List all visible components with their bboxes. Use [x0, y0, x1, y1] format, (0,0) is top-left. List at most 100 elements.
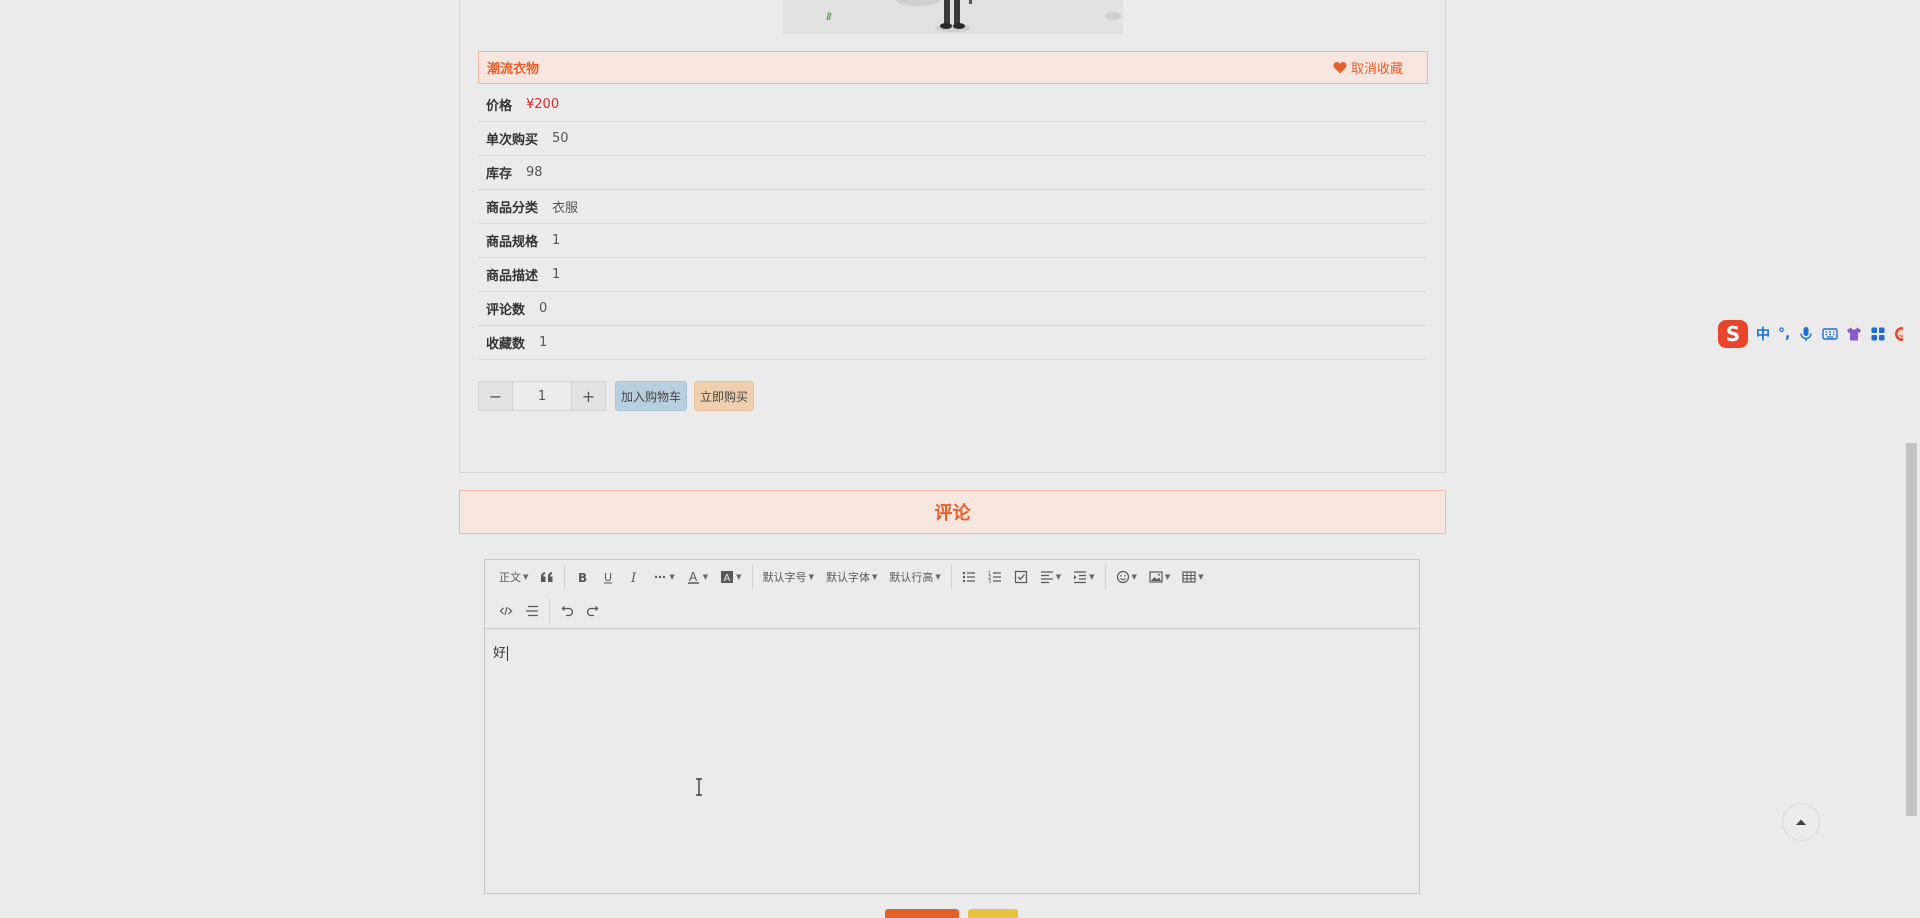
info-row-favorite-count: 收藏数 1 [478, 326, 1425, 360]
more-icon [655, 575, 666, 579]
font-family-dropdown[interactable]: 默认字体 ▼ [820, 563, 883, 591]
svg-text:3: 3 [988, 579, 991, 584]
bulleted-list-button[interactable] [956, 563, 982, 591]
quote-icon [541, 572, 553, 582]
font-size-label: 默认字号 [762, 571, 807, 584]
table-dropdown[interactable]: ▼ [1176, 563, 1209, 591]
emoji-dropdown[interactable]: ▼ [1110, 563, 1143, 591]
svg-text:B: B [578, 571, 587, 584]
paragraph-format-dropdown[interactable]: 正文 ▼ [493, 563, 534, 591]
info-row-price: 价格 ¥200 [478, 88, 1425, 122]
svg-text:I: I [630, 571, 637, 584]
numbered-list-button[interactable]: 123 [982, 563, 1008, 591]
undo-button[interactable] [554, 597, 580, 625]
unfavorite-label: 取消收藏 [1350, 62, 1403, 77]
svg-text:U: U [604, 571, 612, 584]
background-color-icon: A [721, 571, 734, 584]
spec-label: 商品规格 [486, 235, 539, 250]
back-to-top-button[interactable] [1782, 803, 1820, 841]
line-height-dropdown[interactable]: 默认行高 ▼ [883, 563, 946, 591]
image-dropdown[interactable]: ▼ [1143, 563, 1176, 591]
svg-text:A: A [724, 573, 731, 584]
info-row-category: 商品分类 衣服 [478, 190, 1425, 224]
category-label: 商品分类 [486, 201, 539, 216]
table-icon [1182, 571, 1196, 583]
ime-skin-button[interactable] [1846, 326, 1862, 342]
line-height-label: 默认行高 [889, 571, 934, 584]
divider-line-button[interactable] [519, 597, 545, 625]
italic-button[interactable]: I [621, 563, 647, 591]
ime-punctuation-toggle[interactable]: °, [1778, 326, 1790, 342]
background-color-dropdown[interactable]: A ▼ [714, 563, 747, 591]
paragraph-format-label: 正文 [499, 571, 521, 584]
redo-icon [586, 605, 599, 617]
page-scrollbar[interactable] [1903, 0, 1920, 918]
ime-voice-button[interactable] [1798, 326, 1814, 342]
add-to-cart-button[interactable]: 加入购物车 [615, 381, 688, 411]
comment-count-label: 评论数 [486, 303, 526, 318]
caret [507, 646, 513, 661]
text-cursor-icon [696, 778, 702, 796]
heart-icon [1333, 62, 1347, 74]
code-icon [499, 606, 513, 616]
product-name: 潮流衣物 [487, 62, 540, 77]
price-label: 价格 [486, 99, 513, 114]
favorite-count-value: 1 [539, 335, 548, 350]
numbered-list-icon: 123 [988, 571, 1001, 584]
comment-text-area[interactable]: 好 [485, 630, 1419, 893]
product-illustration [783, 0, 1123, 34]
scrollbar-thumb[interactable] [1906, 443, 1917, 816]
checkbox-icon [1014, 570, 1027, 584]
decrease-button[interactable]: − [479, 382, 512, 410]
toolbar-divider [549, 598, 550, 624]
underline-icon: U [604, 571, 612, 584]
product-info-list: 价格 ¥200 单次购买 50 库存 98 商品分类 衣服 商品规格 1 商品描… [478, 88, 1425, 360]
shirt-icon [1847, 327, 1862, 341]
redo-button[interactable] [580, 597, 606, 625]
indent-dropdown[interactable]: ▼ [1067, 563, 1100, 591]
unfavorite-button[interactable]: 取消收藏 [1333, 58, 1403, 77]
reset-comment-button[interactable] [968, 909, 1018, 918]
ime-lang-toggle[interactable]: 中 [1756, 324, 1770, 344]
keyboard-icon [1822, 328, 1839, 340]
toolbar-row-1: 正文 ▼ B U I ▼ A ▼ A ▼ 默认字号 ▼ 默认字体 ▼ 默认行高 … [485, 560, 1210, 594]
product-detail-card: 潮流衣物 取消收藏 价格 ¥200 单次购买 50 库存 98 商品分类 衣服 … [459, 0, 1446, 473]
product-title-bar: 潮流衣物 取消收藏 [478, 51, 1428, 84]
more-text-styles-dropdown[interactable]: ▼ [647, 563, 680, 591]
description-label: 商品描述 [486, 269, 539, 284]
underline-button[interactable]: U [595, 563, 621, 591]
quantity-row: − + 加入购物车 立即购买 [478, 381, 755, 411]
info-row-stock: 库存 98 [478, 156, 1425, 190]
quote-button[interactable] [534, 563, 560, 591]
indent-icon [1074, 571, 1087, 584]
toolbar-divider [950, 564, 952, 590]
comment-text: 好 [493, 646, 507, 661]
toolbar-row-2 [485, 594, 606, 628]
ime-toolbar: S 中 °, [1716, 318, 1920, 350]
quantity-input[interactable] [512, 382, 572, 410]
undo-icon [561, 605, 574, 617]
info-row-description: 商品描述 1 [478, 258, 1425, 292]
toolbar-divider [1104, 564, 1106, 590]
font-color-icon: A [687, 570, 699, 584]
ime-tools-button[interactable] [1870, 326, 1886, 342]
svg-text:A: A [689, 570, 698, 584]
description-value: 1 [552, 267, 561, 282]
ime-keyboard-button[interactable] [1822, 326, 1839, 342]
comment-count-value: 0 [539, 301, 548, 316]
todo-list-button[interactable] [1008, 563, 1034, 591]
increase-button[interactable]: + [572, 382, 605, 410]
font-size-dropdown[interactable]: 默认字号 ▼ [757, 563, 820, 591]
font-color-dropdown[interactable]: A ▼ [681, 563, 714, 591]
emoji-icon [1116, 570, 1129, 584]
product-image [783, 0, 1123, 34]
bold-button[interactable]: B [569, 563, 595, 591]
code-button[interactable] [493, 597, 519, 625]
align-dropdown[interactable]: ▼ [1034, 563, 1067, 591]
stock-label: 库存 [486, 167, 513, 182]
submit-comment-button[interactable] [885, 909, 959, 918]
sogou-logo-icon[interactable]: S [1718, 320, 1748, 348]
comment-section-title: 评论 [459, 490, 1446, 534]
buy-now-button[interactable]: 立即购买 [694, 381, 755, 411]
info-row-single-purchase: 单次购买 50 [478, 122, 1425, 156]
